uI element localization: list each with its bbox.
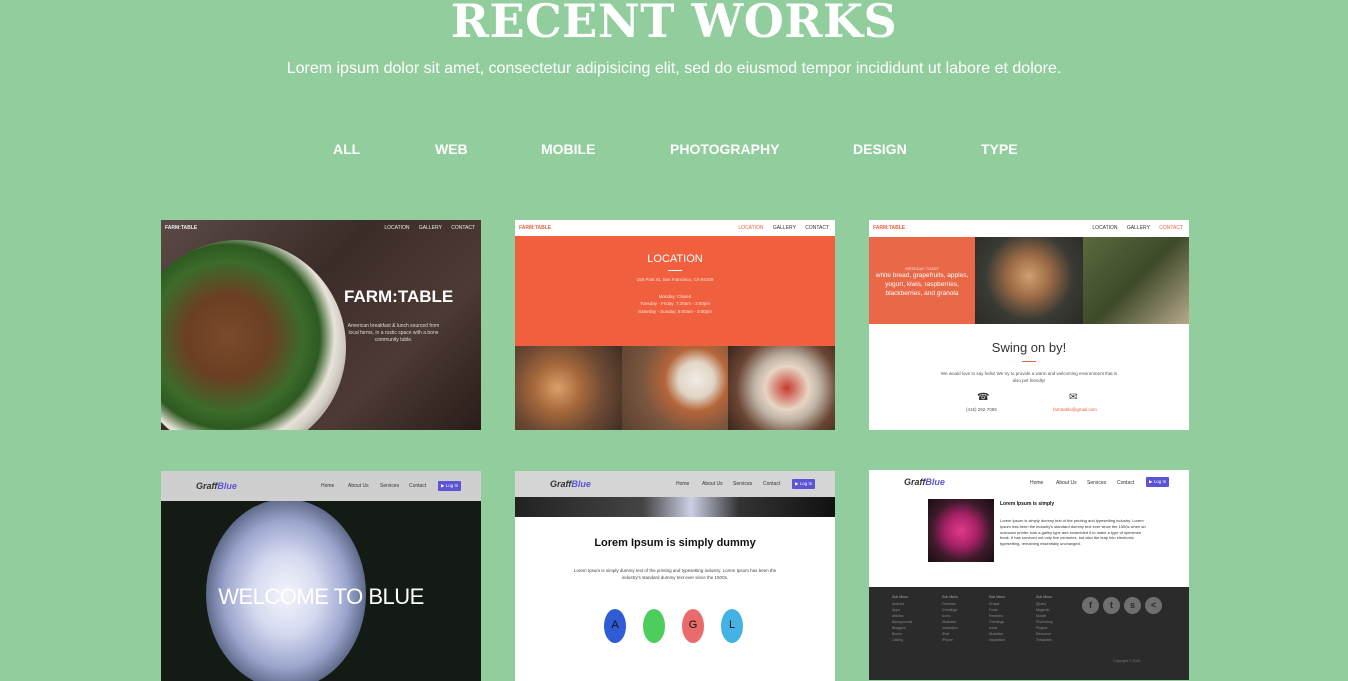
- apple-icon: [643, 609, 665, 643]
- card-headline: FARM:TABLE: [344, 287, 454, 306]
- portfolio-card-location[interactable]: FARM:TABLE LOCATION GALLERY CONTACT LOCA…: [515, 220, 835, 430]
- filter-web[interactable]: WEB: [435, 141, 468, 157]
- card-nav-link: LOCATION: [1092, 225, 1118, 231]
- pink-flower-image: [928, 499, 994, 562]
- card-nav-link: Contact: [409, 483, 427, 489]
- card-nav-link: Services: [1087, 480, 1107, 486]
- filter-design[interactable]: DESIGN: [853, 141, 907, 157]
- card-nav: FARM:TABLE LOCATION GALLERY CONTACT: [869, 220, 1189, 236]
- card-nav-link: Home: [1030, 480, 1044, 486]
- graff-blue-logo: GraffBlue: [550, 479, 591, 489]
- location-heading: LOCATION: [647, 253, 703, 265]
- filter-mobile[interactable]: MOBILE: [541, 141, 595, 157]
- card-nav-link: LOCATION: [384, 225, 410, 231]
- copyright: Copyright © 2016: [1113, 659, 1141, 663]
- location-hero: LOCATION 155 Post St, San Francisco, CA …: [515, 236, 835, 346]
- footer-column: Sub Menu jQuery Magento Mobile Photoshop…: [1036, 595, 1053, 642]
- github-icon: G: [682, 609, 704, 643]
- portfolio-card-farm-table[interactable]: FARM:TABLE LOCATION GALLERY CONTACT FARM…: [161, 220, 481, 430]
- card-nav-link: About Us: [348, 483, 369, 489]
- coffee-photo: [1083, 237, 1189, 324]
- card-heading: Lorem Ipsum is simply: [1000, 501, 1055, 507]
- card-nav-link: Contact: [1117, 480, 1135, 486]
- portfolio-card-welcome-blue[interactable]: GraffBlue Home About Us Services Contact…: [161, 471, 481, 681]
- footer-column: Sub Menu Android Apps Articles Backgroun…: [892, 595, 913, 642]
- card-nav: GraffBlue Home About Us Services Contact…: [869, 470, 1189, 496]
- email-address: farmtable@gmail.com: [1053, 407, 1097, 412]
- card-nav-link: Services: [380, 483, 400, 489]
- card-brand: FARM:TABLE: [165, 225, 198, 231]
- linux-icon: L: [721, 609, 743, 643]
- card-nav-link: Contact: [763, 481, 781, 487]
- card-nav: GraffBlue Home About Us Services Contact…: [515, 471, 835, 497]
- location-address: 155 Post St, San Francisco, CA 94109: [636, 277, 714, 282]
- android-icon: A: [604, 609, 626, 643]
- location-hours: Saturday - Sunday: 8:00am - 3:00pm: [638, 308, 712, 314]
- banner-kicker: WEEKDAY TOAST: [905, 266, 939, 271]
- card-nav-link: GALLERY: [418, 225, 442, 231]
- footer-column: Sub Menu Freebies Greetings Icons Illust…: [942, 595, 959, 642]
- phone-icon: ☎: [977, 392, 990, 403]
- phone-number: (415) 292-7089: [966, 407, 997, 412]
- graff-blue-logo: GraffBlue: [196, 481, 237, 491]
- portfolio-card-swing-by[interactable]: FARM:TABLE LOCATION GALLERY CONTACT WEEK…: [869, 220, 1189, 430]
- graff-blue-logo: GraffBlue: [904, 477, 945, 487]
- portfolio-card-lorem-dummy[interactable]: GraffBlue Home About Us Services Contact…: [515, 471, 835, 681]
- facebook-icon: f: [1082, 597, 1099, 614]
- card-nav-link: CONTACT: [1159, 225, 1183, 231]
- footer-column: Sub Menu Drupal Fonts Freebies Greetings…: [989, 595, 1006, 642]
- login-button: ▶ Log In: [792, 479, 816, 489]
- menu-banner: WEEKDAY TOAST white bread, grapefruits, …: [869, 237, 1189, 324]
- card-nav-link: Home: [321, 483, 335, 489]
- card-nav: GraffBlue Home About Us Services Contact…: [161, 471, 481, 501]
- card-nav-link: GALLERY: [772, 225, 796, 231]
- card-brand: FARM:TABLE: [519, 225, 552, 231]
- portfolio-card-lorem-footer[interactable]: GraffBlue Home About Us Services Contact…: [869, 470, 1189, 680]
- food-photo: [975, 237, 1083, 324]
- page-subtitle: Lorem ipsum dolor sit amet, consectetur …: [286, 60, 1062, 77]
- divider: [668, 270, 682, 271]
- login-button: ▶ Log In: [438, 481, 462, 491]
- location-hours: Monday: Closed: [658, 294, 692, 300]
- card-nav-link: Home: [676, 481, 690, 487]
- filter-bar: ALL WEB MOBILE PHOTOGRAPHY DESIGN TYPE: [0, 141, 1348, 161]
- swing-heading: Swing on by!: [991, 340, 1067, 355]
- food-bowl-image: [161, 240, 346, 430]
- page-title: RECENT WORKS: [450, 0, 898, 48]
- card-nav: FARM:TABLE LOCATION GALLERY CONTACT: [515, 220, 835, 236]
- hero-image-strip: [515, 497, 835, 517]
- food-photo: [621, 346, 729, 430]
- card-nav-link: GALLERY: [1126, 225, 1150, 231]
- snapchat-icon: s: [1124, 597, 1141, 614]
- card-nav-link: CONTACT: [805, 225, 829, 231]
- card-nav-link: Services: [733, 481, 753, 487]
- twitter-icon: t: [1103, 597, 1120, 614]
- card-text: Lorem Ipsum is simply dummy text of the …: [573, 568, 777, 580]
- card-brand: FARM:TABLE: [873, 225, 906, 231]
- welcome-heading: WELCOME TO BLUE: [218, 584, 424, 609]
- card-footer: Sub Menu Android Apps Articles Backgroun…: [869, 587, 1189, 680]
- card-blurb: American breakfast & lunch sourced from …: [347, 323, 440, 343]
- location-hours: Tuesday - Friday: 7:30am - 3:00pm: [639, 301, 711, 307]
- card-nav-link: CONTACT: [451, 225, 475, 231]
- food-photo: [728, 346, 835, 430]
- food-photo: [515, 346, 622, 430]
- card-nav-link: About Us: [1056, 480, 1077, 486]
- swing-text: We would love to say hello! We try to pr…: [940, 371, 1118, 383]
- menu-banner-text: WEEKDAY TOAST white bread, grapefruits, …: [869, 237, 975, 324]
- share-icon: <: [1145, 597, 1162, 614]
- card-nav: FARM:TABLE LOCATION GALLERY CONTACT: [161, 220, 481, 236]
- card-text: Lorem Ipsum is simply dummy text of the …: [1000, 518, 1146, 547]
- filter-all[interactable]: ALL: [333, 141, 360, 157]
- filter-photography[interactable]: PHOTOGRAPHY: [670, 141, 779, 157]
- filter-type[interactable]: TYPE: [981, 141, 1018, 157]
- card-heading: Lorem Ipsum is simply dummy: [594, 537, 756, 549]
- banner-text: white bread, grapefruits, apples, yogurt…: [875, 272, 969, 298]
- card-nav-link: About Us: [702, 481, 723, 487]
- food-photo-strip: [515, 346, 835, 430]
- login-button: ▶ Log In: [1146, 477, 1170, 487]
- mail-icon: ✉: [1069, 392, 1078, 403]
- card-nav-link: LOCATION: [738, 225, 764, 231]
- divider: [1022, 361, 1036, 362]
